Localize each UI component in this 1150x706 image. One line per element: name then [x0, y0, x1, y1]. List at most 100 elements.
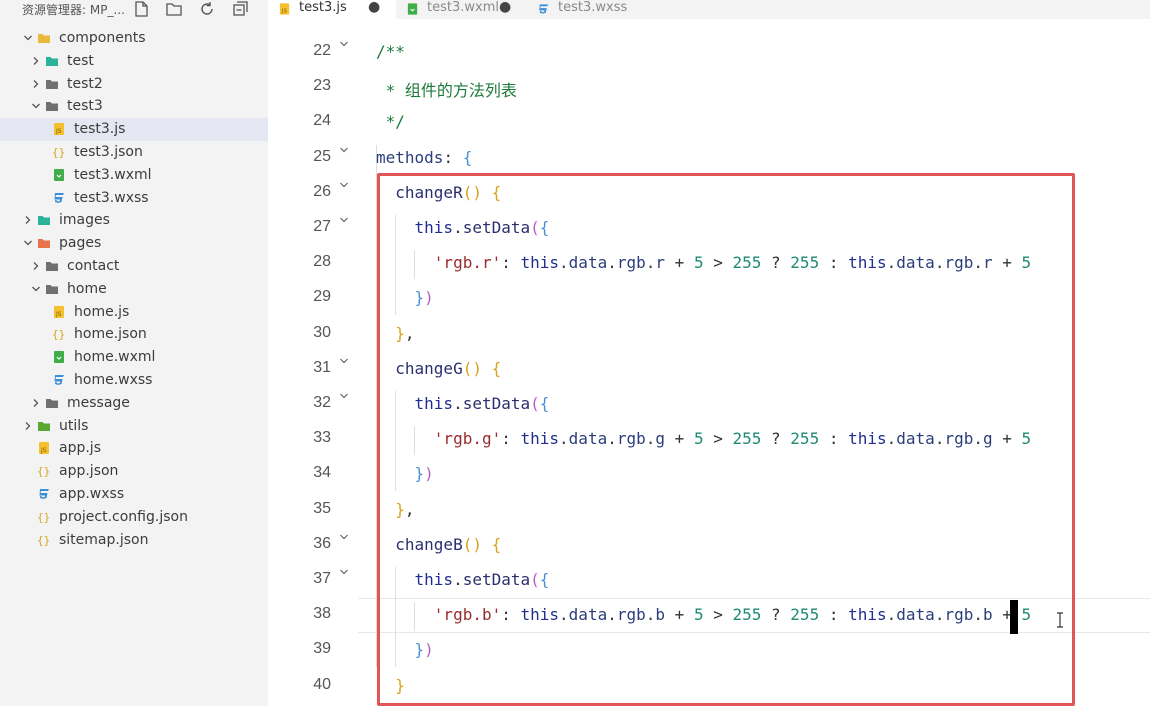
code-line[interactable]: 24 */ — [268, 105, 1150, 140]
code-line[interactable]: 36 changeB() { — [268, 528, 1150, 563]
tree-folder[interactable]: pages — [0, 232, 268, 255]
fold-chevron-icon[interactable] — [338, 566, 350, 578]
code-text: }, — [376, 500, 414, 519]
code-token: + — [665, 429, 694, 449]
code-token: . — [973, 429, 983, 449]
tree-folder[interactable]: test3 — [0, 95, 268, 118]
code-line[interactable]: 27 this.setData({ — [268, 211, 1150, 246]
code-line[interactable]: 25 methods: { — [268, 141, 1150, 176]
code-token: data — [568, 253, 608, 273]
tab-test3-wxml[interactable]: test3.wxml ● — [396, 0, 527, 19]
json-file-icon: {} — [37, 511, 50, 524]
tree-folder[interactable]: contact — [0, 255, 268, 278]
tree-folder[interactable]: test2 — [0, 73, 268, 96]
chevron-right-icon[interactable] — [22, 420, 34, 432]
code-line[interactable]: 35 }, — [268, 493, 1150, 528]
code-token: this — [520, 253, 560, 273]
code-token: 'rgb.g' — [433, 429, 502, 449]
refresh-icon[interactable] — [198, 0, 216, 18]
fold-chevron-icon[interactable] — [338, 531, 350, 543]
fold-chevron-icon[interactable] — [338, 355, 350, 367]
line-number: 23 — [313, 77, 331, 95]
code-line[interactable]: 40 } — [268, 669, 1150, 704]
code-line[interactable]: 39 }) — [268, 633, 1150, 668]
code-token: . — [934, 605, 945, 625]
unsaved-dot-icon[interactable]: ● — [368, 0, 380, 15]
tree-folder[interactable]: home — [0, 278, 268, 301]
line-number: 32 — [313, 394, 331, 411]
code-line[interactable]: 28 'rgb.r': this.data.rgb.r + 5 > 255 ? … — [268, 246, 1150, 281]
code-token: } — [395, 323, 405, 343]
folder-icon — [46, 102, 58, 112]
new-file-icon[interactable] — [132, 0, 150, 18]
fold-chevron-icon[interactable] — [338, 38, 350, 50]
tree-file[interactable]: {} home.json — [0, 323, 268, 346]
chevron-right-icon[interactable] — [30, 397, 42, 409]
tree-file[interactable]: test3.wxml — [0, 164, 268, 187]
code-line[interactable]: 30 }, — [268, 317, 1150, 352]
fold-chevron-icon[interactable] — [338, 144, 350, 156]
code-token: . — [453, 218, 463, 237]
tree-file[interactable]: test3.wxss — [0, 187, 268, 210]
code-token: . — [886, 429, 897, 449]
tree-folder[interactable]: images — [0, 209, 268, 232]
chevron-down-icon[interactable] — [22, 32, 34, 44]
code-token: { — [539, 570, 550, 589]
tree-file[interactable]: {} project.config.json — [0, 506, 268, 529]
chevron-down-icon[interactable] — [30, 283, 42, 295]
code-line[interactable]: 22 /** — [268, 35, 1150, 70]
tree-file[interactable]: {} test3.json — [0, 141, 268, 164]
code-token: 5 — [1021, 605, 1032, 625]
unsaved-dot-icon[interactable]: ● — [499, 0, 511, 15]
tab-test3-js[interactable]: JS test3.js ● — [268, 0, 396, 19]
chevron-down-icon[interactable] — [30, 100, 42, 112]
tree-folder[interactable]: test — [0, 50, 268, 73]
code-token: { — [539, 218, 550, 237]
tree-folder[interactable]: utils — [0, 415, 268, 438]
chevron-down-icon[interactable] — [22, 237, 34, 249]
new-folder-icon[interactable] — [165, 0, 183, 18]
code-token: 255 — [790, 605, 820, 625]
fold-chevron-icon[interactable] — [338, 214, 350, 226]
tree-file[interactable]: home.wxml — [0, 346, 268, 369]
code-line[interactable]: 33 'rgb.g': this.data.rgb.g + 5 > 255 ? … — [268, 422, 1150, 457]
tree-file[interactable]: {} app.json — [0, 460, 268, 483]
code-line[interactable]: 29 }) — [268, 281, 1150, 316]
tab-test3-wxss[interactable]: test3.wxss — [527, 0, 650, 19]
chevron-right-icon[interactable] — [30, 78, 42, 90]
code-token: 5 — [693, 429, 704, 449]
code-token: rgb — [616, 253, 646, 273]
tree-folder[interactable]: message — [0, 392, 268, 415]
code-token: } — [395, 675, 405, 695]
code-token: this — [848, 429, 887, 449]
code-token: data — [896, 605, 935, 625]
tree-file[interactable]: app.wxss — [0, 483, 268, 506]
fold-chevron-icon[interactable] — [338, 390, 350, 402]
code-line[interactable]: 37 this.setData({ — [268, 563, 1150, 598]
code-line[interactable]: 34 }) — [268, 457, 1150, 492]
chevron-right-icon[interactable] — [30, 260, 42, 272]
chevron-right-icon[interactable] — [30, 55, 42, 67]
code-line[interactable]: 23 * 组件的方法列表 — [268, 70, 1150, 105]
tree-file[interactable]: JS home.js — [0, 301, 268, 324]
tree-file[interactable]: JS test3.js — [0, 118, 268, 142]
collapse-all-icon[interactable] — [231, 0, 249, 18]
fold-chevron-icon[interactable] — [338, 179, 350, 191]
code-line[interactable]: 31 changeG() { — [268, 352, 1150, 387]
tree-folder[interactable]: components — [0, 27, 268, 50]
code-token: . — [645, 429, 656, 449]
wxss-file-icon — [539, 4, 549, 14]
code-line[interactable]: 26 changeR() { — [268, 176, 1150, 211]
tree-file[interactable]: JS app.js — [0, 437, 268, 460]
chevron-right-icon[interactable] — [22, 214, 34, 226]
code-line[interactable]: 32 this.setData({ — [268, 387, 1150, 422]
code-token: . — [886, 605, 897, 625]
code-text: methods: { — [376, 148, 472, 167]
tree-file[interactable]: home.wxss — [0, 369, 268, 392]
tree-file[interactable]: {} sitemap.json — [0, 529, 268, 552]
